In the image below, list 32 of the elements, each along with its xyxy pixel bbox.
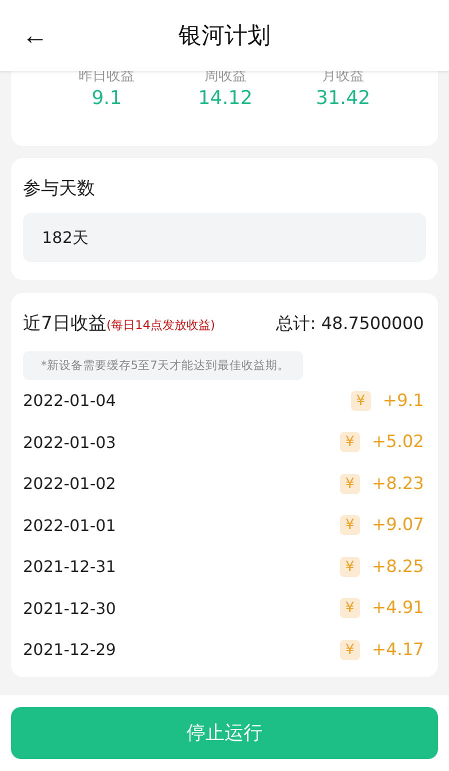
section-title: 近7日收益 [23, 312, 106, 335]
date-text: 2021-12-30 [23, 598, 116, 618]
tip-bubble: *新设备需要缓存5至7天才能达到最佳收益期。 [23, 351, 304, 380]
yuan-badge: ¥ [340, 515, 360, 536]
date-text: 2022-01-02 [23, 474, 116, 494]
days-field: 182天 [23, 213, 426, 262]
date-text: 2021-12-29 [23, 640, 116, 660]
section-title: 参与天数 [23, 177, 96, 200]
back-button[interactable]: ← [18, 18, 52, 52]
amount-text: +4.91 [372, 598, 424, 618]
amount-text: +9.07 [372, 515, 424, 536]
amount-text: +8.23 [372, 474, 424, 494]
payout-note: (每日14点发放收益) [106, 317, 216, 334]
stat-value: 31.42 [316, 86, 370, 111]
date-text: 2022-01-03 [23, 432, 116, 452]
amount-text: +4.17 [372, 640, 424, 660]
total-label: 总计: 48.7500000 [276, 313, 424, 335]
page-title: 银河计划 [178, 22, 270, 51]
amount-text: +5.02 [372, 432, 424, 452]
date-text: 2021-12-31 [23, 557, 116, 576]
yuan-badge: ¥ [340, 474, 360, 494]
amount-text: +8.25 [372, 556, 424, 577]
yuan-badge: ¥ [350, 390, 371, 411]
yuan-badge: ¥ [340, 432, 360, 452]
stat-value: 14.12 [198, 86, 252, 111]
yuan-badge: ¥ [340, 556, 360, 577]
amount-text: +9.1 [382, 390, 424, 411]
yuan-badge: ¥ [340, 598, 360, 618]
stat-value: 9.1 [92, 86, 122, 111]
date-text: 2022-01-04 [23, 391, 116, 410]
yuan-badge: ¥ [340, 640, 360, 660]
date-text: 2022-01-01 [23, 516, 116, 535]
